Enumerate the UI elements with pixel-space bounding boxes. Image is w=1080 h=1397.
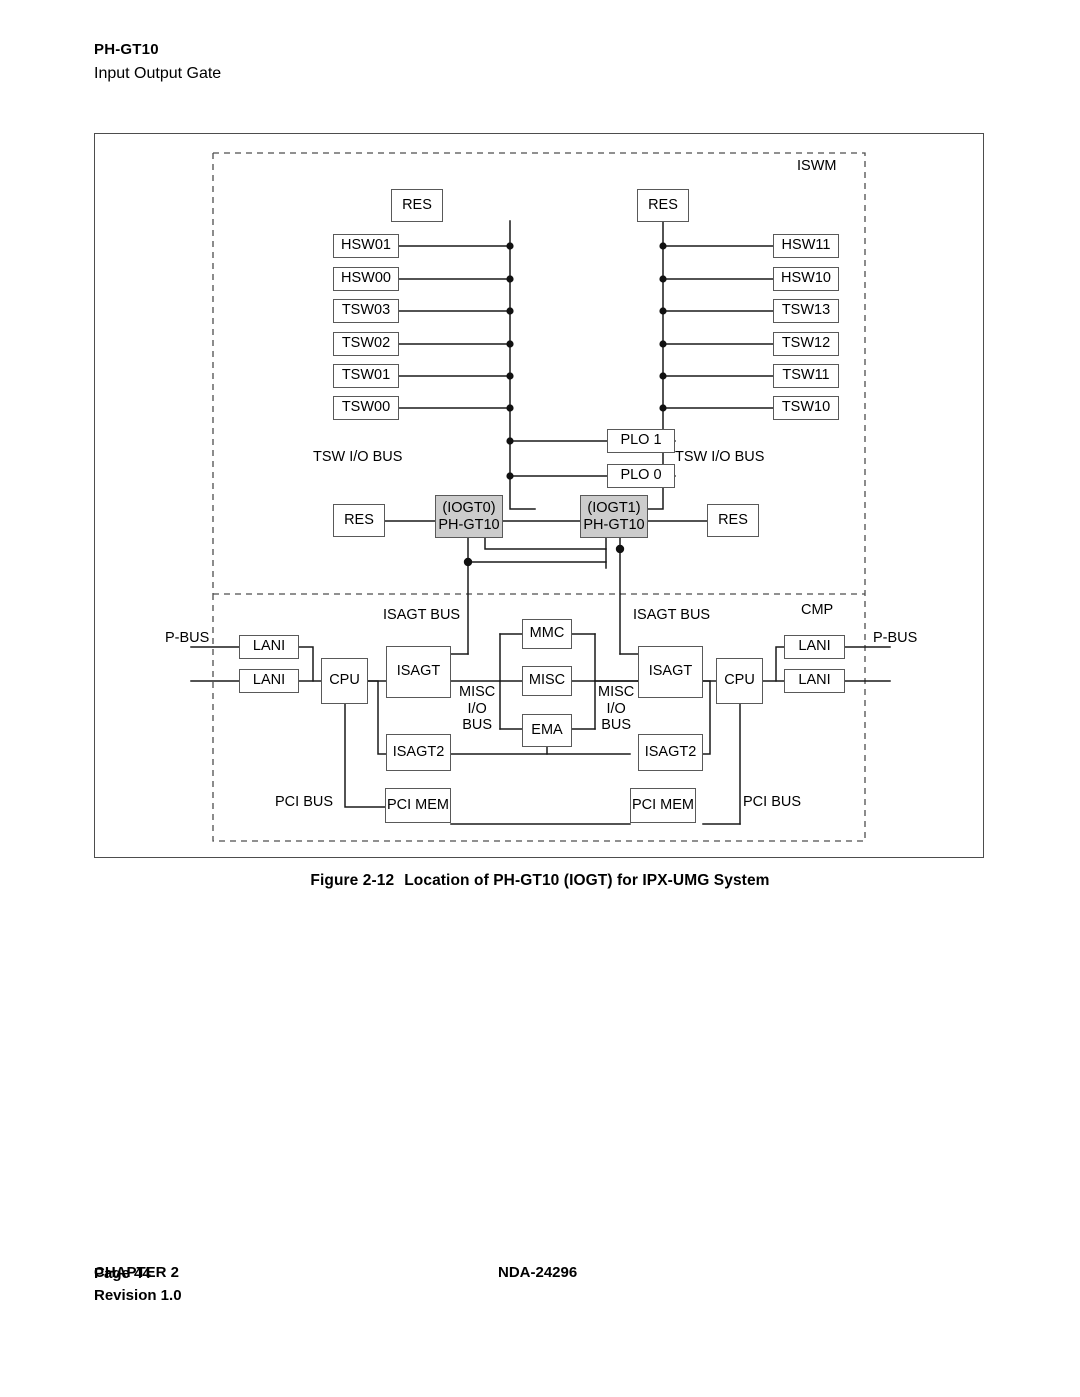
misc-io-left-line2: I/O [467, 700, 487, 717]
node-res-top-left[interactable]: RES [391, 189, 443, 222]
node-cpu-left[interactable]: CPU [321, 658, 368, 704]
enclosure-label-cmp: CMP [801, 602, 834, 618]
header-subtitle: Input Output Gate [94, 65, 222, 82]
figure-caption-text: Location of PH-GT10 (IOGT) for IPX-UMG S… [404, 872, 770, 889]
misc-io-left-line3: BUS [462, 717, 493, 734]
page-header: PH-GT10 Input Output Gate [94, 40, 221, 86]
node-plo1[interactable]: PLO 1 [607, 429, 675, 453]
node-misc[interactable]: MISC [522, 666, 572, 696]
bus-label-pci-left: PCI BUS [275, 794, 334, 810]
node-lani-left-top[interactable]: LANI [239, 635, 299, 659]
bus-label-p-bus-right: P-BUS [873, 630, 918, 646]
node-tsw10[interactable]: TSW10 [773, 396, 839, 420]
node-tsw00[interactable]: TSW00 [333, 396, 399, 420]
node-tsw13[interactable]: TSW13 [773, 299, 839, 323]
node-iogt1-line2: PH-GT10 [583, 516, 645, 533]
node-lani-right-top[interactable]: LANI [784, 635, 845, 659]
node-hsw01[interactable]: HSW01 [333, 234, 399, 258]
bus-label-isagt-right: ISAGT BUS [633, 607, 711, 623]
figure-caption: Figure 2-12 Location of PH-GT10 (IOGT) fo… [0, 872, 1080, 890]
node-plo0[interactable]: PLO 0 [607, 464, 675, 488]
node-tsw01[interactable]: TSW01 [333, 364, 399, 388]
figure-frame: ISWM CMP RES RES HSW01 HSW00 TSW03 TSW02… [94, 133, 984, 858]
node-ema[interactable]: EMA [522, 714, 572, 747]
node-iogt0[interactable]: (IOGT0) PH-GT10 [435, 495, 503, 538]
node-res-top-right[interactable]: RES [637, 189, 689, 222]
node-lani-left-bottom[interactable]: LANI [239, 669, 299, 693]
node-tsw12[interactable]: TSW12 [773, 332, 839, 356]
header-product-code: PH-GT10 [94, 41, 159, 58]
node-hsw00[interactable]: HSW00 [333, 267, 399, 291]
enclosure-label-iswm: ISWM [797, 158, 837, 174]
node-isagt2-left[interactable]: ISAGT2 [386, 734, 451, 771]
diagram-lines [190, 152, 891, 842]
node-res-mid-left[interactable]: RES [333, 504, 385, 537]
node-lani-right-bottom[interactable]: LANI [784, 669, 845, 693]
bus-label-pci-right: PCI BUS [743, 794, 802, 810]
node-isagt2-right[interactable]: ISAGT2 [638, 734, 703, 771]
misc-io-right-line3: BUS [601, 717, 632, 734]
node-cpu-right[interactable]: CPU [716, 658, 763, 704]
misc-io-right-line1: MISC [598, 684, 635, 700]
bus-label-misc-io-right: MISC I/O BUS [598, 684, 634, 734]
bus-label-tsw-io-left: TSW I/O BUS [313, 449, 403, 465]
node-tsw11[interactable]: TSW11 [773, 364, 839, 388]
bus-label-p-bus-left: P-BUS [165, 630, 210, 646]
footer-page-number: Page 44 [94, 1265, 151, 1282]
node-pcimem-left[interactable]: PCI MEM [385, 788, 451, 823]
node-iogt0-line1: (IOGT0) [442, 500, 496, 517]
node-tsw03[interactable]: TSW03 [333, 299, 399, 323]
bus-label-isagt-left: ISAGT BUS [383, 607, 461, 623]
node-hsw10[interactable]: HSW10 [773, 267, 839, 291]
node-mmc[interactable]: MMC [522, 619, 572, 649]
document-page: PH-GT10 Input Output Gate ISWM CMP RES R… [0, 0, 1080, 1397]
node-pcimem-right[interactable]: PCI MEM [630, 788, 696, 823]
node-iogt1[interactable]: (IOGT1) PH-GT10 [580, 495, 648, 538]
figure-caption-number: Figure 2-12 [310, 872, 395, 889]
node-isagt-right[interactable]: ISAGT [638, 646, 703, 698]
bus-label-misc-io-left: MISC I/O BUS [459, 684, 495, 734]
node-iogt1-line1: (IOGT1) [587, 500, 641, 517]
node-iogt0-line2: PH-GT10 [438, 516, 500, 533]
node-res-mid-right[interactable]: RES [707, 504, 759, 537]
misc-io-right-line2: I/O [606, 700, 626, 717]
node-tsw02[interactable]: TSW02 [333, 332, 399, 356]
node-hsw11[interactable]: HSW11 [773, 234, 839, 258]
page-footer: CHAPTER 2 NDA-24296 Page 44 Revision 1.0 [94, 1264, 984, 1304]
bus-label-tsw-io-right: TSW I/O BUS [675, 449, 765, 465]
misc-io-left-line1: MISC [459, 684, 496, 700]
node-isagt-left[interactable]: ISAGT [386, 646, 451, 698]
